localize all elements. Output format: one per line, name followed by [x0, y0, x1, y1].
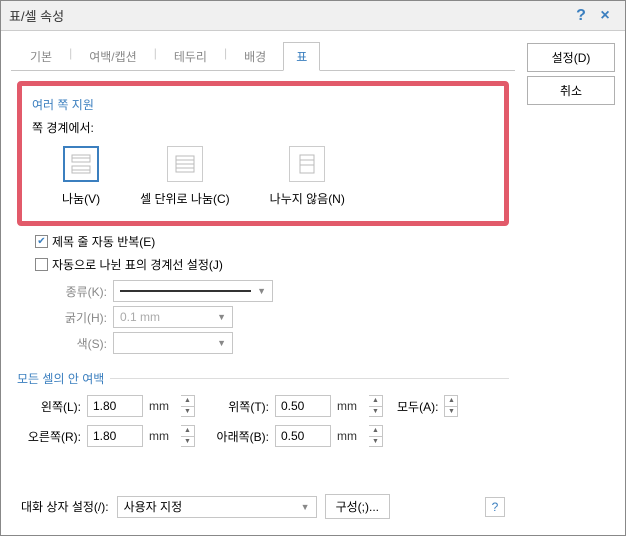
dlg-settings-value: 사용자 지정 — [124, 498, 183, 515]
page-boundary-label: 쪽 경계에서: — [32, 119, 494, 136]
help-icon[interactable]: ? — [569, 4, 593, 28]
split-cell-label: 셀 단위로 나눔(C) — [140, 190, 230, 207]
split-option-none: 나누지 않음(N) — [270, 146, 345, 207]
split-none-icon[interactable] — [289, 146, 325, 182]
split-option-cell: 셀 단위로 나눔(C) — [140, 146, 230, 207]
chevron-down-icon: ▼ — [217, 338, 226, 348]
dialog-body: 기본 | 여백/캡션 | 테두리 | 배경 표 여러 쪽 지원 쪽 경계에서: — [1, 31, 625, 535]
split-option-divide: 나눔(V) — [62, 146, 100, 207]
repeat-header-checkbox[interactable]: ✔ — [35, 235, 48, 248]
compose-button[interactable]: 구성(;)... — [325, 494, 390, 519]
auto-border-row: 자동으로 나뉜 표의 경계선 설정(J) — [17, 253, 509, 276]
right-input[interactable]: 1.80 — [87, 425, 143, 447]
left-label: 왼쪽(L): — [21, 398, 81, 415]
dialog-title: 표/셀 속성 — [9, 6, 569, 25]
cancel-button[interactable]: 취소 — [527, 76, 615, 105]
tab-table[interactable]: 표 — [283, 42, 320, 71]
type-label: 종류(K): — [47, 283, 107, 300]
cell-margin-grid: 왼쪽(L): 1.80 mm ▲▼ 오른쪽(R): 1.80 mm ▲▼ — [17, 395, 509, 447]
dialog: 표/셀 속성 ? × 기본 | 여백/캡션 | 테두리 | 배경 표 여러 쪽 … — [0, 0, 626, 536]
auto-border-checkbox[interactable] — [35, 258, 48, 271]
right-spinner[interactable]: ▲▼ — [181, 425, 195, 447]
right-label: 오른쪽(R): — [21, 428, 81, 445]
repeat-header-label: 제목 줄 자동 반복(E) — [52, 233, 155, 250]
titlebar: 표/셀 속성 ? × — [1, 1, 625, 31]
close-icon[interactable]: × — [593, 4, 617, 28]
bottom-input[interactable]: 0.50 — [275, 425, 331, 447]
top-spinner[interactable]: ▲▼ — [369, 395, 383, 417]
split-divide-icon[interactable] — [63, 146, 99, 182]
split-none-label: 나누지 않음(N) — [270, 190, 345, 207]
auto-border-label: 자동으로 나뉜 표의 경계선 설정(J) — [52, 256, 223, 273]
all-spinner[interactable]: ▲▼ — [444, 395, 458, 417]
chevron-down-icon: ▼ — [301, 502, 310, 512]
repeat-header-row: ✔ 제목 줄 자동 반복(E) — [17, 230, 509, 253]
chevron-down-icon: ▼ — [217, 312, 226, 322]
tab-background[interactable]: 배경 — [231, 42, 279, 71]
tab-border[interactable]: 테두리 — [161, 42, 220, 71]
top-input[interactable]: 0.50 — [275, 395, 331, 417]
split-cell-icon[interactable] — [167, 146, 203, 182]
split-divide-label: 나눔(V) — [62, 190, 100, 207]
set-button[interactable]: 설정(D) — [527, 43, 615, 72]
top-label: 위쪽(T): — [209, 398, 269, 415]
thickness-dropdown[interactable]: 0.1 mm ▼ — [113, 306, 233, 328]
tab-basic[interactable]: 기본 — [17, 42, 65, 71]
footer-help-button[interactable]: ? — [485, 497, 505, 517]
page-split-section: 여러 쪽 지원 쪽 경계에서: 나눔(V) — [17, 81, 509, 226]
page-split-title: 여러 쪽 지원 — [32, 96, 494, 113]
border-form: 종류(K): ▼ 굵기(H): 0.1 mm ▼ — [17, 280, 509, 354]
dlg-settings-label: 대화 상자 설정(/): — [21, 498, 109, 515]
color-label: 색(S): — [47, 335, 107, 352]
tab-content: 여러 쪽 지원 쪽 경계에서: 나눔(V) — [11, 71, 515, 488]
cell-margin-title: 모든 셀의 안 여백 — [17, 370, 509, 387]
thickness-label: 굵기(H): — [47, 309, 107, 326]
all-label: 모두(A): — [397, 398, 438, 415]
line-sample-icon — [120, 290, 251, 292]
tab-margin-caption[interactable]: 여백/캡션 — [76, 42, 150, 71]
side-buttons: 설정(D) 취소 — [527, 41, 615, 525]
left-spinner[interactable]: ▲▼ — [181, 395, 195, 417]
color-dropdown[interactable]: ▼ — [113, 332, 233, 354]
split-options: 나눔(V) 셀 단위로 나눔(C) 나누지 않음(N — [32, 146, 494, 207]
bottom-spinner[interactable]: ▲▼ — [369, 425, 383, 447]
type-dropdown[interactable]: ▼ — [113, 280, 273, 302]
chevron-down-icon: ▼ — [257, 286, 266, 296]
tab-strip: 기본 | 여백/캡션 | 테두리 | 배경 표 — [11, 41, 515, 71]
dlg-settings-dropdown[interactable]: 사용자 지정 ▼ — [117, 496, 317, 518]
thickness-value: 0.1 mm — [120, 310, 160, 324]
bottom-label: 아래쪽(B): — [209, 428, 269, 445]
footer: 대화 상자 설정(/): 사용자 지정 ▼ 구성(;)... ? — [11, 488, 515, 525]
main-area: 기본 | 여백/캡션 | 테두리 | 배경 표 여러 쪽 지원 쪽 경계에서: — [11, 41, 515, 525]
left-input[interactable]: 1.80 — [87, 395, 143, 417]
